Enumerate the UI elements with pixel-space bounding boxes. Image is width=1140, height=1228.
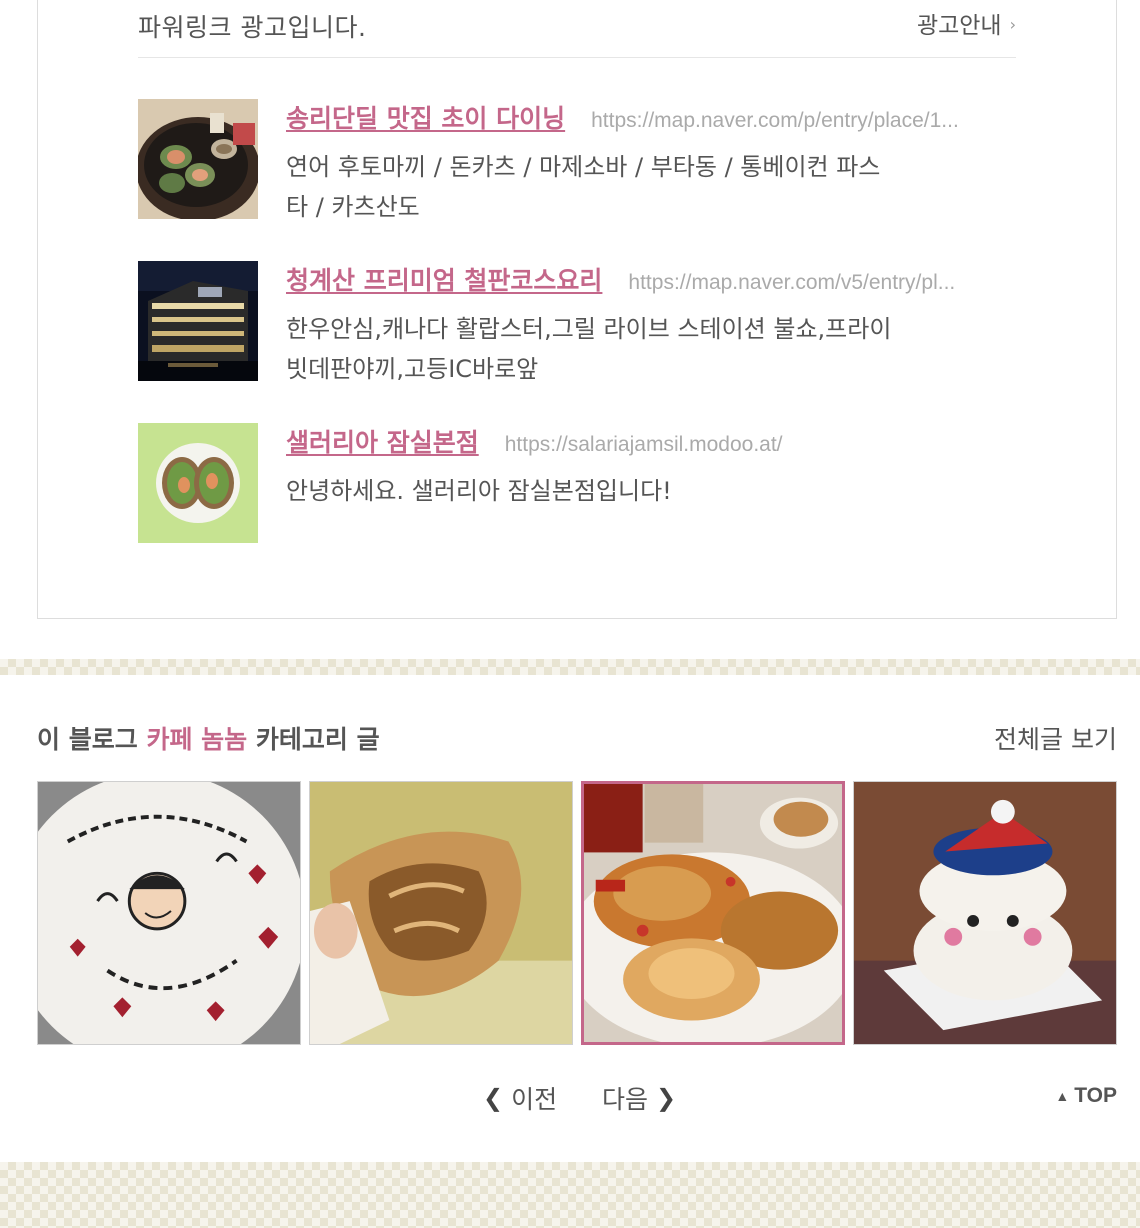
ad-info-label: 광고안내: [916, 13, 1002, 39]
ad-info-link[interactable]: 광고안내 ›: [917, 6, 1016, 40]
next-button[interactable]: 다음 ❯: [602, 1080, 676, 1116]
category-header: 이 블로그 카페 놈놈 카테고리 글 전체글 보기: [37, 720, 1117, 760]
ad-thumbnail-sandwich[interactable]: [138, 423, 258, 543]
thumbnail-pastry-in-hand[interactable]: [309, 781, 573, 1045]
ad-section-title: 파워링크 광고입니다.: [138, 13, 367, 42]
ad-header: 파워링크 광고입니다. 광고안내 ›: [138, 0, 1016, 58]
ad-thumbnail-building-night[interactable]: [138, 261, 258, 381]
prev-label: 이전: [511, 1085, 558, 1114]
ad-title-link[interactable]: 샐러리아 잠실본점: [286, 423, 479, 459]
scroll-top-button[interactable]: ▲ TOP: [1055, 1084, 1117, 1108]
ad-body: 청계산 프리미엄 철판코스요리 https://map.naver.com/v5…: [286, 261, 1018, 389]
chevron-right-icon: ›: [1009, 15, 1016, 34]
checker-footer-band: [0, 1162, 1140, 1228]
ad-item: 송리단딜 맛집 초이 다이닝 https://map.naver.com/p/e…: [138, 99, 1018, 221]
ad-title-link[interactable]: 청계산 프리미엄 철판코스요리: [286, 261, 602, 297]
top-label: TOP: [1074, 1084, 1117, 1107]
category-thumbnails: [37, 781, 1117, 1045]
next-label: 다음: [602, 1085, 649, 1114]
category-name-link[interactable]: 카페 놈놈: [146, 725, 247, 754]
ad-description: 연어 후토마끼 / 돈카츠 / 마제소바 / 부타동 / 통베이컨 파스타 / …: [286, 153, 881, 221]
ad-item: 청계산 프리미엄 철판코스요리 https://map.naver.com/v5…: [138, 261, 1018, 383]
thumbnail-cake-lettering[interactable]: [37, 781, 301, 1045]
ad-url-link[interactable]: https://salariajamsil.modoo.at/: [505, 433, 783, 457]
ad-description: 안녕하세요. 샐러리아 잠실본점입니다!: [286, 477, 672, 505]
ad-url-link[interactable]: https://map.naver.com/v5/entry/pl...: [628, 271, 955, 295]
ad-body: 송리단딜 맛집 초이 다이닝 https://map.naver.com/p/e…: [286, 99, 1018, 227]
category-title-suffix: 카테고리 글: [255, 725, 380, 754]
category-title-prefix: 이 블로그: [37, 725, 138, 754]
pagination: ❮ 이전 다음 ❯ ▲ TOP: [0, 1080, 1140, 1116]
thumbnail-santa-cake[interactable]: [853, 781, 1117, 1045]
ad-url-link[interactable]: https://map.naver.com/p/entry/place/1...: [591, 109, 959, 133]
checker-divider: [0, 659, 1140, 675]
triangle-up-icon: ▲: [1055, 1088, 1070, 1104]
prev-button[interactable]: ❮ 이전: [483, 1080, 557, 1116]
thumbnail-bread-plate[interactable]: [581, 781, 845, 1045]
ad-description: 한우안심,캐나다 활랍스터,그릴 라이브 스테이션 불쇼,프라이빗데판야끼,고등…: [286, 315, 892, 383]
ad-title-link[interactable]: 송리단딜 맛집 초이 다이닝: [286, 99, 565, 135]
view-all-posts-link[interactable]: 전체글 보기: [994, 720, 1117, 756]
ad-thumbnail-sushi-roll[interactable]: [138, 99, 258, 219]
powerlink-ad-box: 파워링크 광고입니다. 광고안내 › 송리단딜 맛집 초이 다이닝 https:…: [37, 0, 1117, 619]
ad-body: 샐러리아 잠실본점 https://salariajamsil.modoo.at…: [286, 423, 1018, 511]
category-title: 이 블로그 카페 놈놈 카테고리 글: [37, 720, 380, 756]
chevron-left-icon: ❮: [483, 1084, 504, 1112]
ad-item: 샐러리아 잠실본점 https://salariajamsil.modoo.at…: [138, 423, 1018, 543]
chevron-right-icon: ❯: [656, 1084, 677, 1112]
